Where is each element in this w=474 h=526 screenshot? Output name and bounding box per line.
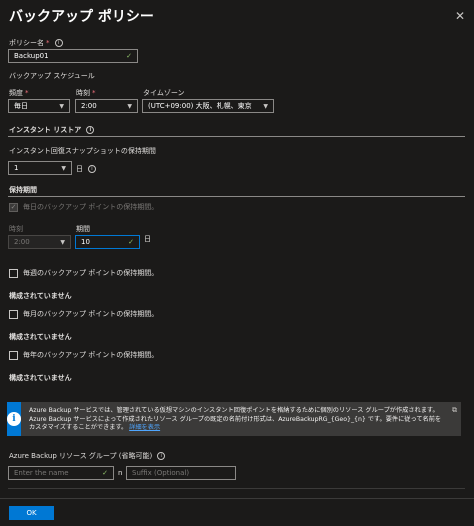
required-mark: * xyxy=(46,39,50,47)
resource-group-label-text: Azure Backup リソース グループ (省略可能) xyxy=(9,452,153,460)
daily-period-label: 期間 xyxy=(76,225,90,233)
timezone-label: タイムゾーン xyxy=(143,89,185,97)
weekly-retention-label: 毎週のバックアップ ポイントの保持期間。 xyxy=(23,269,159,277)
yearly-retention-checkbox[interactable] xyxy=(9,350,18,360)
learn-more-link[interactable]: 詳細を表示 xyxy=(129,424,160,431)
timezone-value: (UTC+09:00) 大阪、札幌、東京 xyxy=(148,102,252,110)
daily-retention-checkbox[interactable]: ✓ xyxy=(9,202,18,212)
timezone-dropdown[interactable]: (UTC+09:00) 大阪、札幌、東京 ▼ xyxy=(142,99,274,113)
info-icon: i xyxy=(7,412,21,426)
schedule-heading: バックアップ スケジュール xyxy=(9,72,95,80)
info-icon[interactable]: i xyxy=(157,452,166,460)
time-dropdown[interactable]: 2:00 ▼ xyxy=(75,99,138,113)
required-mark: * xyxy=(25,89,29,97)
suffix-placeholder: Suffix (Optional) xyxy=(132,469,190,477)
banner-text: Azure Backup サービスでは、管理されている仮想マシンのインスタント回… xyxy=(21,402,461,436)
ok-button[interactable]: OK xyxy=(9,506,54,520)
instant-restore-heading: インスタント リストア i xyxy=(9,125,95,135)
page-title: バックアップ ポリシー xyxy=(9,9,154,25)
name-separator: n xyxy=(118,469,123,477)
check-icon: ✓ xyxy=(102,469,108,477)
instant-retention-unit: 日i xyxy=(76,164,96,174)
policy-name-label-text: ポリシー名 xyxy=(9,39,44,47)
daily-time-label: 時刻 xyxy=(9,225,23,233)
instant-retention-value: 1 xyxy=(14,164,19,172)
policy-name-value: Backup01 xyxy=(14,52,49,60)
yearly-retention-label: 毎年のバックアップ ポイントの保持期間。 xyxy=(23,351,159,359)
daily-period-value: 10 xyxy=(81,238,90,246)
time-label-text: 時刻 xyxy=(76,89,90,97)
monthly-retention-checkbox[interactable] xyxy=(9,309,18,319)
frequency-label-text: 頻度 xyxy=(9,89,23,97)
chevron-down-icon: ▼ xyxy=(127,102,132,110)
resource-group-name-input[interactable]: Enter the name ✓ xyxy=(8,466,114,480)
banner-icon-strip: i xyxy=(7,402,21,436)
monthly-retention-label: 毎月のバックアップ ポイントの保持期間。 xyxy=(23,310,159,318)
chevron-down-icon: ▼ xyxy=(61,164,66,172)
info-banner: i Azure Backup サービスでは、管理されている仮想マシンのインスタン… xyxy=(7,402,461,436)
daily-time-dropdown[interactable]: 2:00 ▼ xyxy=(8,235,71,249)
resource-group-suffix-input[interactable]: Suffix (Optional) xyxy=(126,466,236,480)
time-label: 時刻 * xyxy=(76,88,96,98)
info-icon[interactable]: i xyxy=(88,165,96,173)
close-icon[interactable]: ✕ xyxy=(455,9,465,23)
name-placeholder: Enter the name xyxy=(14,469,69,477)
external-link-icon[interactable]: ⧉ xyxy=(452,406,457,415)
weekly-status: 構成されていません xyxy=(9,292,72,300)
instant-retention-dropdown[interactable]: 1 ▼ xyxy=(8,161,72,175)
frequency-label: 頻度 * xyxy=(9,88,29,98)
frequency-value: 毎日 xyxy=(14,102,28,110)
required-mark: * xyxy=(92,89,96,97)
chevron-down-icon: ▼ xyxy=(59,102,64,110)
section-divider xyxy=(8,488,465,489)
policy-name-label: ポリシー名 * i xyxy=(9,38,63,48)
retention-heading: 保持期間 xyxy=(9,186,37,194)
daily-period-input[interactable]: 10 ✓ xyxy=(75,235,140,249)
section-divider xyxy=(8,136,465,137)
frequency-dropdown[interactable]: 毎日 ▼ xyxy=(8,99,70,113)
info-icon[interactable]: i xyxy=(54,39,63,47)
daily-period-unit: 日 xyxy=(144,235,151,243)
footer-divider xyxy=(0,498,474,499)
weekly-retention-checkbox[interactable] xyxy=(9,268,18,278)
resource-group-label: Azure Backup リソース グループ (省略可能) i xyxy=(9,451,166,461)
info-icon[interactable]: i xyxy=(86,126,95,134)
weekly-retention-row: 毎週のバックアップ ポイントの保持期間。 xyxy=(9,268,158,278)
time-value: 2:00 xyxy=(81,102,97,110)
policy-name-input[interactable]: Backup01 ✓ xyxy=(8,49,138,63)
daily-retention-row: ✓ 毎日のバックアップ ポイントの保持期間。 xyxy=(9,202,158,212)
instant-retention-label: インスタント回復スナップショットの保持期間 xyxy=(9,147,156,155)
monthly-retention-row: 毎月のバックアップ ポイントの保持期間。 xyxy=(9,309,158,319)
monthly-status: 構成されていません xyxy=(9,333,72,341)
instant-restore-heading-text: インスタント リストア xyxy=(9,126,82,134)
chevron-down-icon: ▼ xyxy=(263,102,268,110)
daily-time-value: 2:00 xyxy=(14,238,30,246)
section-divider xyxy=(8,196,465,197)
yearly-status: 構成されていません xyxy=(9,374,72,382)
unit-text: 日 xyxy=(76,165,83,173)
yearly-retention-row: 毎年のバックアップ ポイントの保持期間。 xyxy=(9,350,158,360)
banner-message: Azure Backup サービスでは、管理されている仮想マシンのインスタント回… xyxy=(29,407,442,431)
chevron-down-icon: ▼ xyxy=(60,238,65,246)
check-icon: ✓ xyxy=(128,238,134,246)
check-icon: ✓ xyxy=(126,52,132,60)
daily-retention-label: 毎日のバックアップ ポイントの保持期間。 xyxy=(23,203,159,211)
